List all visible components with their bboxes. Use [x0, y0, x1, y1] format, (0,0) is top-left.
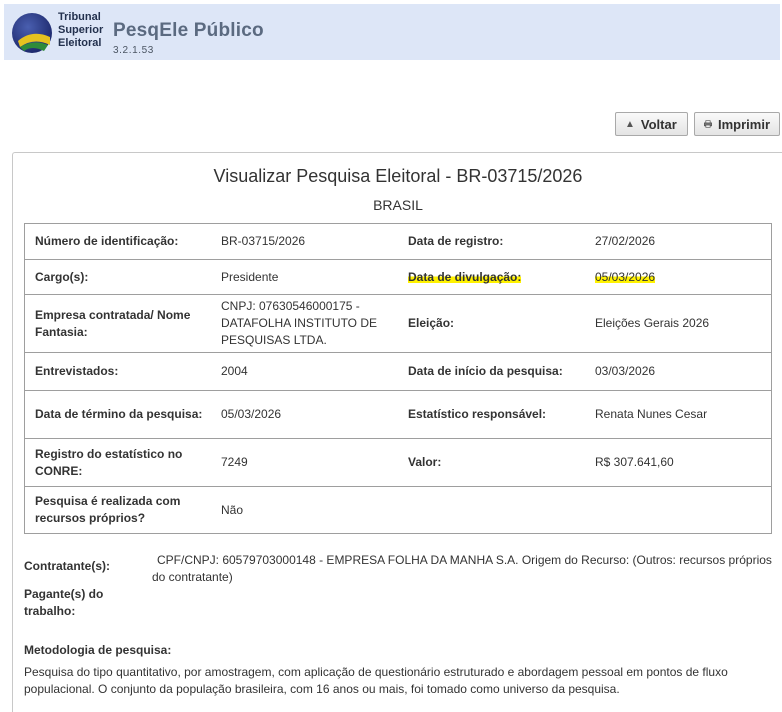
info-value: R$ 307.641,60 — [595, 455, 674, 469]
app-version: 3.2.1.53 — [113, 45, 154, 56]
page-title: Visualizar Pesquisa Eleitoral - BR-03715… — [213, 166, 583, 186]
info-value: 05/03/2026 — [585, 269, 771, 286]
info-label: Registro do estatístico no CONRE: — [35, 446, 183, 478]
tse-globe-logo-icon — [12, 13, 52, 53]
info-value: 7249 — [221, 455, 248, 469]
info-value: 03/03/2026 — [595, 364, 656, 378]
info-row: Data de término da pesquisa: 05/03/2026 … — [25, 390, 771, 438]
back-button[interactable]: ▲ Voltar — [615, 112, 688, 136]
info-label: Eleição: — [408, 316, 455, 330]
app-title: PesqEle Público — [113, 20, 264, 41]
info-value: Não — [221, 502, 244, 517]
info-label: Data de início da pesquisa: — [408, 364, 563, 378]
info-row: Registro do estatístico no CONRE: 7249 V… — [25, 438, 771, 486]
pagante-label: Pagante(s) do trabalho: — [24, 587, 104, 618]
info-label: Data de registro: — [408, 234, 504, 248]
info-label: Valor: — [408, 455, 442, 469]
survey-info-table: Número de identificação: BR-03715/2026 D… — [24, 223, 772, 534]
info-value: 05/03/2026 — [221, 407, 282, 421]
tse-logo-text: Tribunal Superior Eleitoral — [58, 11, 104, 49]
page-subtitle: BRASIL — [373, 197, 423, 213]
info-label: Pesquisa é realizada com recursos própri… — [35, 494, 181, 525]
info-value: CNPJ: 07630546000175 - DATAFOLHA INSTITU… — [221, 299, 378, 347]
metodologia-text: Pesquisa do tipo quantitativo, por amost… — [24, 665, 728, 696]
chevron-up-icon: ▲ — [625, 118, 635, 130]
info-label: Empresa contratada/ Nome Fantasia: — [35, 307, 191, 339]
info-value: Presidente — [221, 269, 279, 284]
info-label: Data de término da pesquisa: — [35, 407, 203, 421]
info-row: Empresa contratada/ Nome Fantasia: CNPJ:… — [25, 294, 771, 352]
info-value: BR-03715/2026 — [221, 234, 306, 248]
contratante-label: Contratante(s): — [24, 559, 110, 573]
tse-logo[interactable]: Tribunal Superior Eleitoral — [10, 7, 110, 57]
info-value: Renata Nunes Cesar — [595, 407, 708, 421]
metodologia-label: Metodologia de pesquisa: — [24, 643, 172, 657]
info-row: Número de identificação: BR-03715/2026 D… — [25, 224, 771, 259]
back-button-label: Voltar — [640, 116, 677, 132]
info-label: Entrevistados: — [35, 364, 119, 378]
info-row: Cargo(s): Presidente Data de divulgação:… — [25, 259, 771, 294]
info-row: Pesquisa é realizada com recursos própri… — [25, 486, 771, 533]
print-button-label: Imprimir — [717, 116, 770, 132]
top-header: Tribunal Superior Eleitoral PesqEle Públ… — [4, 4, 780, 60]
info-label: Data de divulgação: — [398, 269, 585, 286]
info-label: Cargo(s): — [35, 269, 89, 284]
info-label: Número de identificação: — [35, 234, 179, 248]
contratante-line1: CPF/CNPJ: 60579703000148 - EMPRESA FOLHA… — [157, 553, 772, 567]
info-value: Eleições Gerais 2026 — [595, 316, 710, 330]
highlighted-label: Data de divulgação: — [408, 269, 522, 284]
print-button[interactable]: Imprimir — [694, 112, 780, 136]
highlighted-value: 05/03/2026 — [595, 269, 656, 284]
info-value: 27/02/2026 — [595, 234, 656, 248]
printer-icon — [704, 120, 712, 128]
info-row: Entrevistados: 2004 Data de início da pe… — [25, 352, 771, 390]
info-label: Estatístico responsável: — [408, 407, 547, 421]
info-value: 2004 — [221, 364, 248, 378]
contratante-line2: do contratante) — [152, 570, 233, 584]
